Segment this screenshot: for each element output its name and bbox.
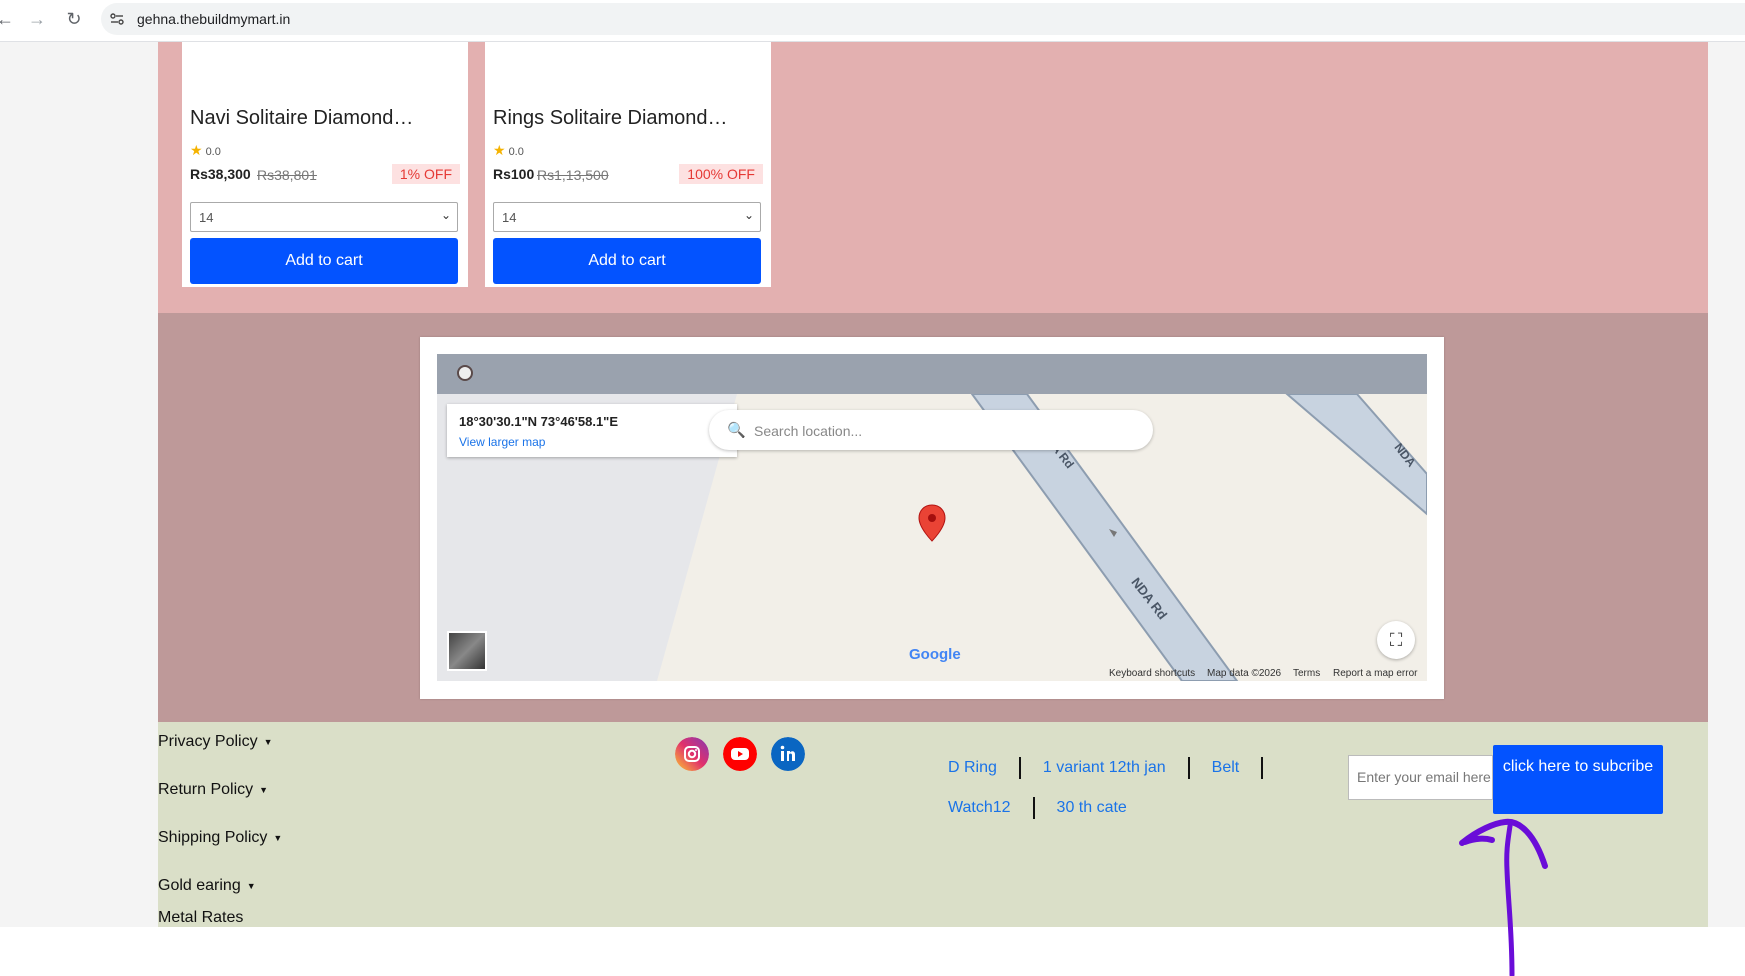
youtube-icon[interactable]: [723, 737, 757, 771]
browser-toolbar: ← → ↻ gehna.thebuildmymart.in: [0, 0, 1745, 42]
return-policy-dropdown[interactable]: Return Policy ▼: [158, 781, 268, 799]
gold-earing-dropdown[interactable]: Gold earing ▼: [158, 877, 256, 895]
product-rating: ★ 0.0: [190, 142, 221, 158]
caret-down-icon: ▼: [263, 736, 273, 747]
size-select[interactable]: 14 ⌄: [190, 202, 458, 232]
privacy-policy-dropdown[interactable]: Privacy Policy ▼: [158, 733, 273, 751]
google-logo: Google: [909, 646, 961, 663]
divider: [1018, 757, 1021, 779]
satellite-toggle[interactable]: [447, 631, 487, 671]
report-error-link[interactable]: Report a map error: [1333, 668, 1417, 679]
category-link-30-th-cate[interactable]: 30 th cate: [1057, 799, 1127, 816]
back-icon[interactable]: ←: [0, 8, 16, 30]
search-placeholder: Search location...: [754, 423, 863, 439]
subscribe-button[interactable]: click here to subcribe: [1493, 745, 1663, 814]
product-card[interactable]: Navi Solitaire Diamond… ★ 0.0 Rs38,300 Rs…: [182, 42, 468, 287]
linkedin-icon[interactable]: [771, 737, 805, 771]
shipping-policy-dropdown[interactable]: Shipping Policy ▼: [158, 829, 282, 847]
map-header-bar: [437, 354, 1427, 394]
instagram-icon[interactable]: [675, 737, 709, 771]
expand-icon[interactable]: ⛶: [1377, 621, 1415, 659]
discount-badge: 100% OFF: [679, 164, 763, 184]
page-margin-right: [1708, 42, 1745, 927]
chevron-down-icon: ⌄: [440, 208, 451, 222]
category-links-row: Watch12 30 th cate: [948, 797, 1127, 819]
product-grid-section: Navi Solitaire Diamond… ★ 0.0 Rs38,300 Rs…: [158, 42, 1708, 313]
product-price: Rs100: [493, 166, 535, 182]
size-select[interactable]: 14 ⌄: [493, 202, 761, 232]
map-section: A Rd NDA Rd NDA 18°30'30.1"N 73°46'58.1"…: [158, 313, 1708, 722]
category-link-watch12[interactable]: Watch12: [948, 799, 1011, 816]
keyboard-shortcuts-link[interactable]: Keyboard shortcuts: [1109, 668, 1195, 679]
url-text[interactable]: gehna.thebuildmymart.in: [137, 11, 290, 27]
search-icon: 🔍: [727, 422, 746, 439]
divider: [1187, 757, 1190, 779]
star-icon: ★: [493, 142, 506, 158]
category-links-row: D Ring 1 variant 12th jan Belt: [948, 757, 1285, 779]
clock-icon[interactable]: [457, 365, 473, 381]
map-data-text: Map data ©2026: [1207, 668, 1282, 679]
chevron-down-icon: ⌄: [743, 208, 754, 222]
address-bar[interactable]: gehna.thebuildmymart.in: [101, 3, 1745, 35]
map-search-input[interactable]: 🔍 Search location...: [709, 410, 1153, 450]
add-to-cart-button[interactable]: Add to cart: [190, 238, 458, 284]
caret-down-icon: ▼: [273, 832, 283, 843]
caret-down-icon: ▼: [259, 784, 269, 795]
category-link-1-variant[interactable]: 1 variant 12th jan: [1043, 759, 1166, 776]
category-link-d-ring[interactable]: D Ring: [948, 759, 997, 776]
page-margin-left: [0, 42, 158, 927]
product-price: Rs38,300: [190, 166, 251, 182]
divider: [1032, 797, 1035, 819]
product-rating: ★ 0.0: [493, 142, 524, 158]
terms-link[interactable]: Terms: [1293, 668, 1320, 679]
star-icon: ★: [190, 142, 203, 158]
reload-icon[interactable]: ↻: [63, 8, 85, 30]
product-mrp: Rs1,13,500: [537, 167, 609, 183]
forward-icon[interactable]: →: [26, 8, 48, 30]
metal-rates-link[interactable]: Metal Rates: [158, 909, 243, 927]
product-title[interactable]: Rings Solitaire Diamond…: [493, 107, 728, 130]
footer: Privacy Policy ▼ Return Policy ▼ Shipping …: [158, 722, 1708, 927]
add-to-cart-button[interactable]: Add to cart: [493, 238, 761, 284]
divider: [1261, 757, 1264, 779]
caret-down-icon: ▼: [246, 880, 256, 891]
map-pin-icon[interactable]: [918, 504, 946, 542]
product-title[interactable]: Navi Solitaire Diamond…: [190, 107, 413, 130]
map-embed: A Rd NDA Rd NDA 18°30'30.1"N 73°46'58.1"…: [420, 337, 1444, 699]
map-canvas[interactable]: A Rd NDA Rd NDA 18°30'30.1"N 73°46'58.1"…: [437, 354, 1427, 681]
product-mrp: Rs38,801: [257, 167, 317, 183]
site-settings-icon[interactable]: [109, 11, 125, 27]
category-link-belt[interactable]: Belt: [1212, 759, 1240, 776]
email-input[interactable]: Enter your email here: [1348, 755, 1493, 800]
view-larger-map-link[interactable]: View larger map: [459, 435, 545, 449]
place-card: 18°30'30.1"N 73°46'58.1"E View larger ma…: [447, 404, 737, 457]
product-card[interactable]: Rings Solitaire Diamond… ★ 0.0 Rs100 Rs1,…: [485, 42, 771, 287]
discount-badge: 1% OFF: [391, 164, 460, 184]
coordinates-text: 18°30'30.1"N 73°46'58.1"E: [459, 414, 619, 429]
